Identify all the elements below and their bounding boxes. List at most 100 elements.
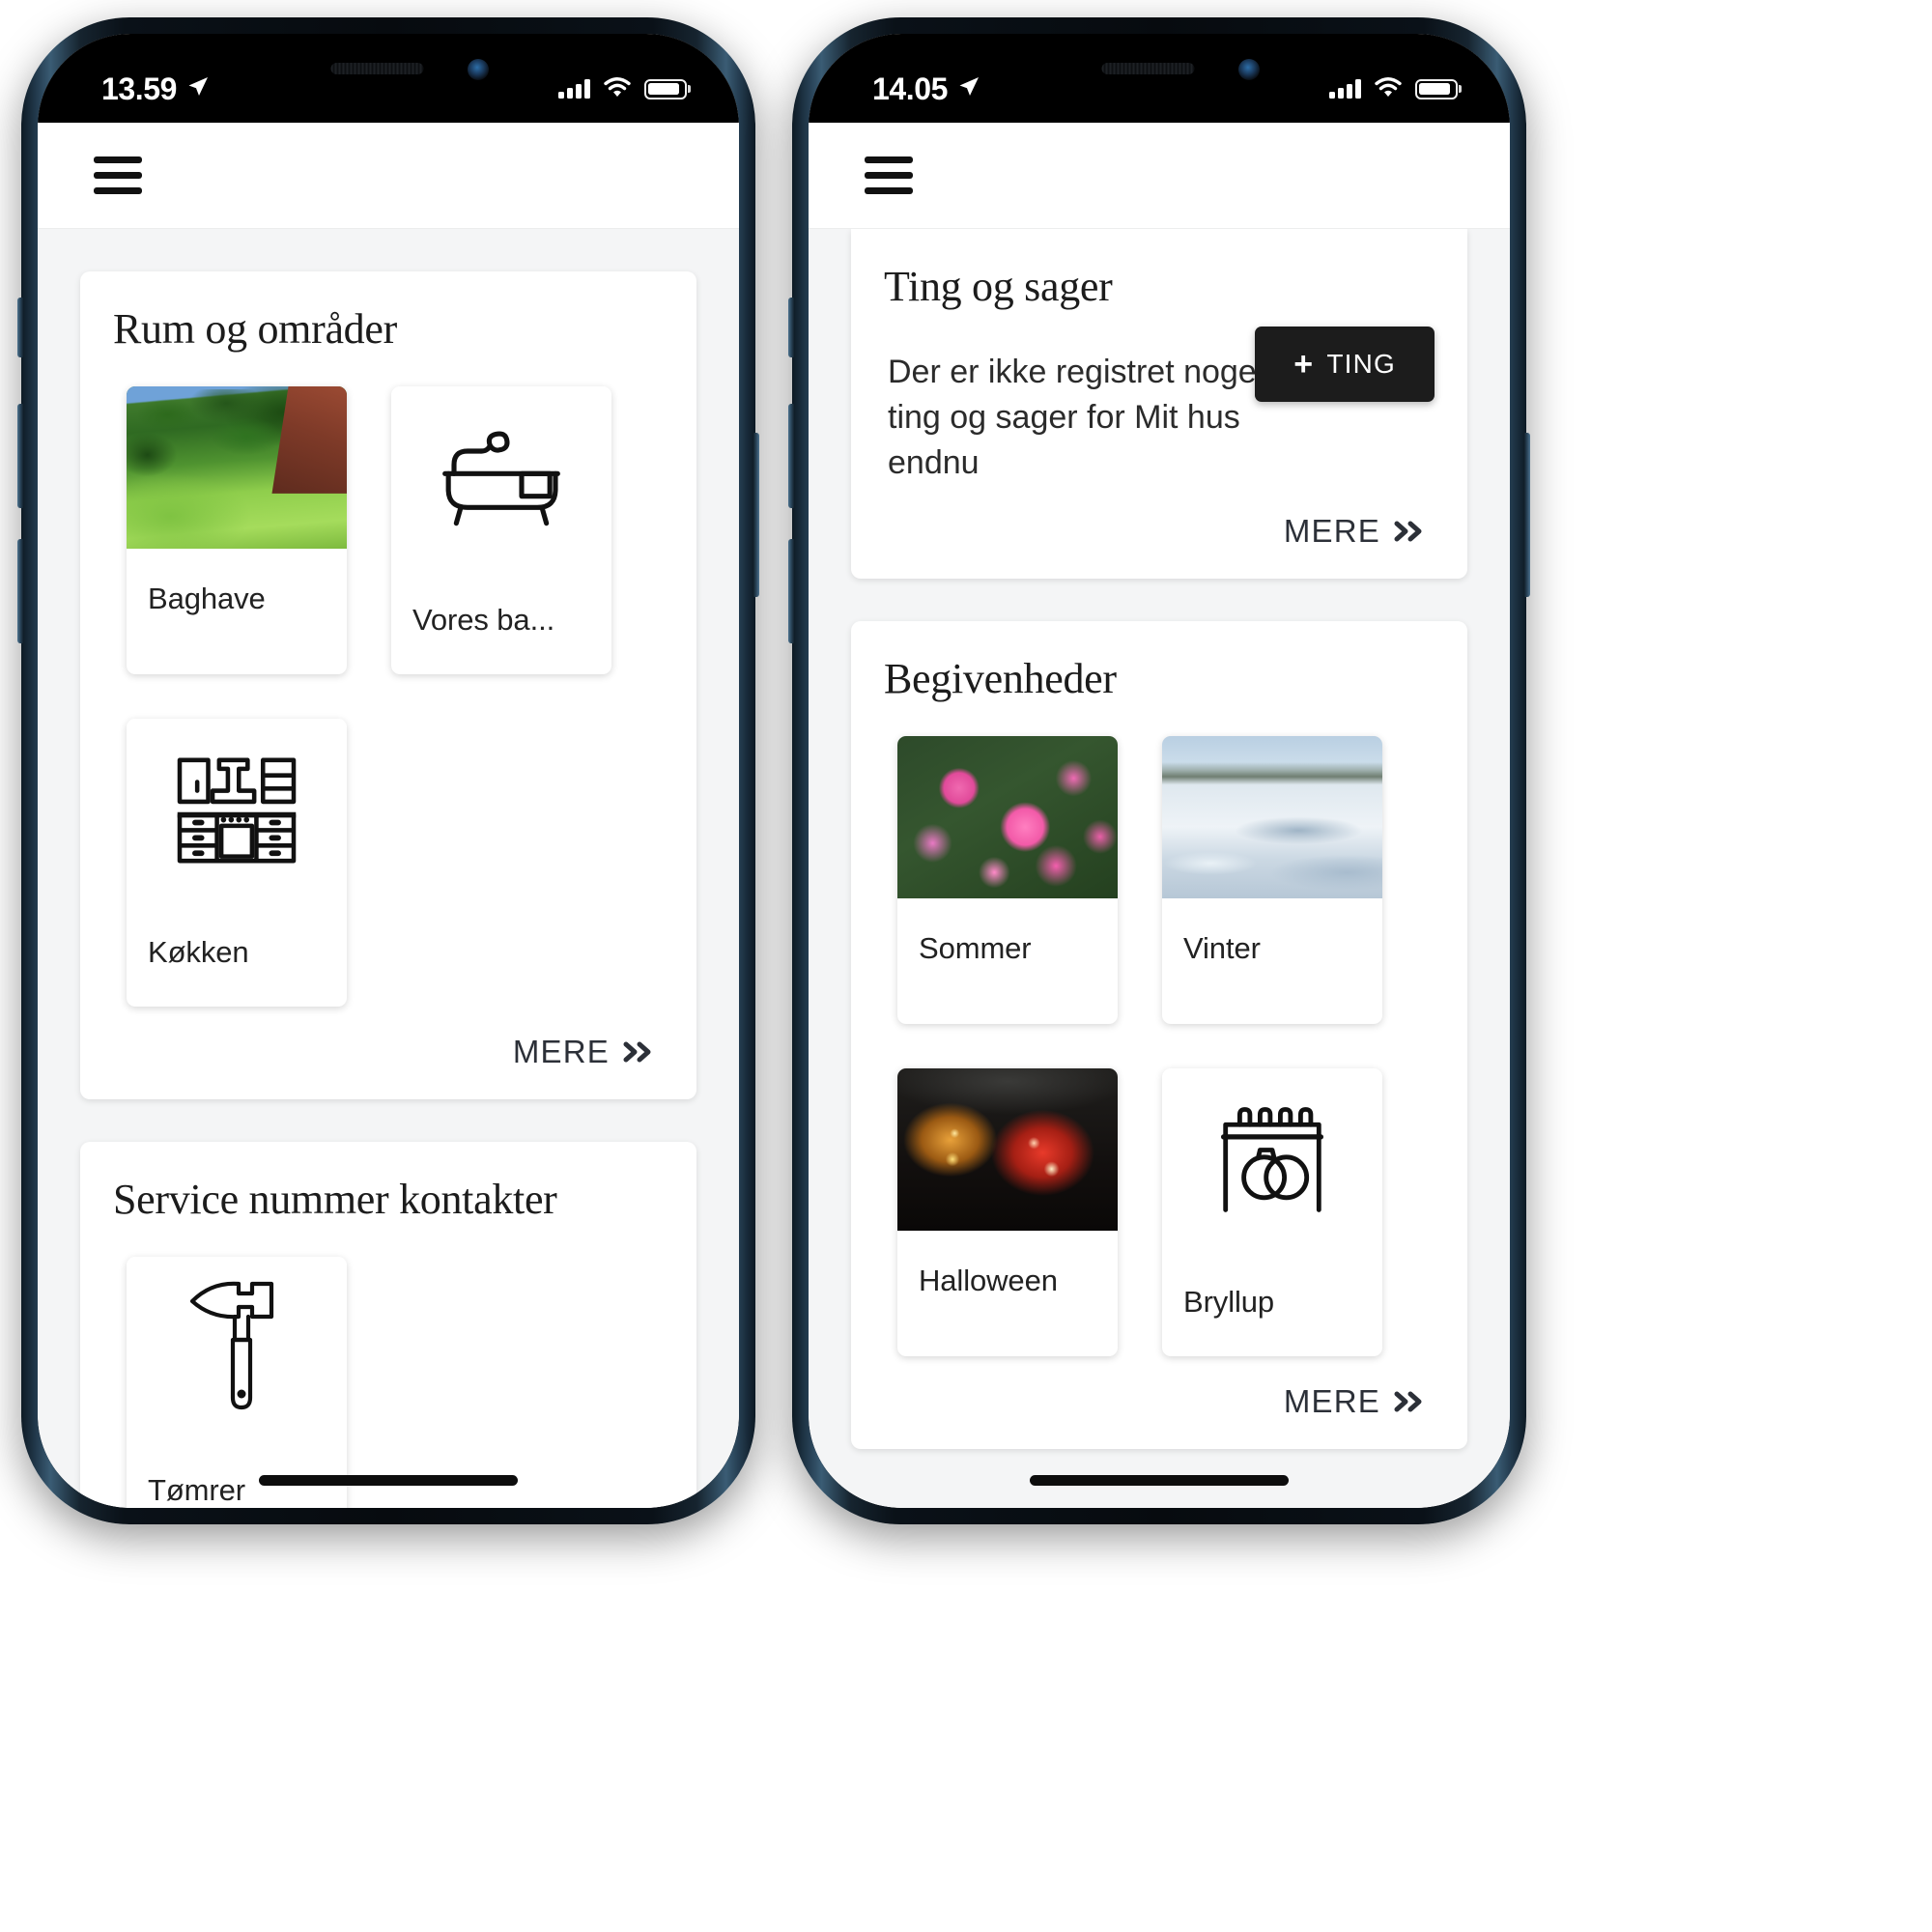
plus-icon: +: [1293, 346, 1315, 383]
tile-baghave[interactable]: Baghave: [127, 386, 347, 674]
more-label: MERE: [1283, 1382, 1380, 1419]
volume-up-button-left[interactable]: [17, 404, 23, 508]
tile-bryllup[interactable]: Bryllup: [1162, 1067, 1382, 1356]
kitchen-icon: [177, 757, 297, 864]
power-button-left[interactable]: [753, 433, 759, 597]
snow-photo: [1162, 735, 1382, 898]
cellular-signal-icon: [1329, 79, 1361, 99]
volume-down-button-right[interactable]: [788, 539, 794, 643]
phone-device-left: Rum og områder Baghave Vores ba... Køkke…: [17, 17, 759, 1524]
hammer-icon: [189, 1281, 274, 1410]
tile-label: Vinter: [1183, 930, 1261, 965]
tile-grid: Baghave Vores ba... Køkken: [113, 363, 664, 1007]
silent-switch-right[interactable]: [788, 298, 794, 357]
tile-kokken[interactable]: Køkken: [127, 719, 347, 1007]
empty-state-row: Der er ikke registret nogen ting og sage…: [884, 321, 1435, 486]
tile-label: Baghave: [148, 582, 266, 615]
hamburger-menu-icon[interactable]: [865, 156, 913, 194]
more-label: MERE: [1283, 512, 1380, 549]
status-time: 14.05: [872, 71, 949, 106]
tile-vinter[interactable]: Vinter: [1162, 735, 1382, 1024]
hamburger-menu-icon[interactable]: [94, 156, 142, 194]
status-indicators: [558, 76, 687, 102]
status-time: 13.59: [101, 71, 178, 106]
earpiece-speaker: [1101, 63, 1195, 74]
bathtub-icon: [442, 431, 560, 526]
pumpkin-photo: [897, 1067, 1118, 1231]
volume-down-button-left[interactable]: [17, 539, 23, 643]
scroll-content-left[interactable]: Rum og områder Baghave Vores ba... Køkke…: [38, 229, 739, 1508]
more-link-begivenheder[interactable]: MERE: [884, 1356, 1435, 1424]
tile-vores-badevaerelse[interactable]: Vores ba...: [391, 386, 611, 674]
tile-halloween[interactable]: Halloween: [897, 1067, 1118, 1356]
phone-screen-right: Ting og sager Der er ikke registret noge…: [809, 34, 1510, 1508]
card-rum-og-omraader: Rum og områder Baghave Vores ba... Køkke…: [80, 271, 696, 1099]
card-title: Service nummer kontakter: [113, 1176, 557, 1223]
empty-state-text: Der er ikke registret nogen ting og sage…: [888, 354, 1275, 481]
tile-photo: [1162, 735, 1382, 898]
card-title: Begivenheder: [884, 654, 1117, 702]
double-chevron-right-icon: [1392, 1389, 1425, 1414]
home-indicator-left[interactable]: [259, 1475, 518, 1486]
location-arrow-icon: [185, 71, 211, 107]
tile-photo: [127, 386, 347, 549]
earpiece-speaker: [330, 63, 424, 74]
scroll-content-right[interactable]: Ting og sager Der er ikke registret noge…: [809, 229, 1510, 1508]
home-indicator-right[interactable]: [1030, 1475, 1289, 1486]
garden-photo: [127, 386, 347, 549]
device-notch-left: [229, 34, 548, 123]
hamburger-bar: [865, 172, 913, 179]
power-button-right[interactable]: [1524, 433, 1530, 597]
front-camera: [1238, 59, 1260, 80]
front-camera: [468, 59, 489, 80]
tile-sommer[interactable]: Sommer: [897, 735, 1118, 1024]
add-ting-label: TING: [1326, 349, 1396, 379]
tile-label: Køkken: [148, 935, 249, 969]
hamburger-bar: [94, 156, 142, 163]
tile-photo: [897, 735, 1118, 898]
hamburger-bar: [865, 156, 913, 163]
flowers-photo: [897, 735, 1118, 898]
card-begivenheder: Begivenheder Sommer Vinter Halloween Bry…: [851, 620, 1467, 1449]
tile-photo: [897, 1067, 1118, 1231]
tile-tomrer[interactable]: Tømrer: [127, 1257, 347, 1508]
hamburger-bar: [94, 172, 142, 179]
battery-icon: [1415, 78, 1458, 99]
wifi-icon: [603, 76, 632, 102]
tile-grid: Sommer Vinter Halloween Bryllup: [884, 713, 1435, 1356]
tile-label: Bryllup: [1183, 1284, 1275, 1319]
more-link-rum[interactable]: MERE: [113, 1007, 664, 1074]
status-time-group: 14.05: [872, 71, 981, 107]
phone-body-left: Rum og områder Baghave Vores ba... Køkke…: [38, 34, 739, 1508]
more-link-ting[interactable]: MERE: [884, 486, 1435, 554]
hamburger-bar: [94, 187, 142, 194]
app-header-right: [809, 123, 1510, 229]
tile-label: Vores ba...: [412, 603, 555, 637]
screenshot-stage: Rum og områder Baghave Vores ba... Køkke…: [0, 0, 1932, 1932]
wifi-icon: [1374, 76, 1403, 102]
device-notch-right: [1000, 34, 1319, 123]
card-ting-og-sager: Ting og sager Der er ikke registret noge…: [851, 229, 1467, 579]
hamburger-bar: [865, 187, 913, 194]
tile-icon-wrap: [127, 719, 347, 902]
tile-label: Halloween: [919, 1263, 1058, 1297]
phone-body-right: Ting og sager Der er ikke registret noge…: [809, 34, 1510, 1508]
app-header-left: [38, 123, 739, 229]
status-indicators: [1329, 76, 1458, 102]
double-chevron-right-icon: [1392, 519, 1425, 544]
tile-icon-wrap: [127, 1257, 347, 1440]
volume-up-button-right[interactable]: [788, 404, 794, 508]
more-label: MERE: [512, 1034, 610, 1069]
status-time-group: 13.59: [101, 71, 211, 107]
card-title: Ting og sager: [884, 263, 1113, 310]
tile-label: Tømrer: [148, 1473, 245, 1507]
card-title: Rum og områder: [113, 305, 397, 353]
add-ting-button[interactable]: + TING: [1255, 327, 1435, 402]
location-arrow-icon: [956, 71, 981, 107]
silent-switch-left[interactable]: [17, 298, 23, 357]
cellular-signal-icon: [558, 79, 590, 99]
tile-icon-wrap: [1162, 1067, 1382, 1252]
tile-grid: Tømrer: [113, 1234, 664, 1508]
tile-label: Sommer: [919, 930, 1032, 965]
tile-icon-wrap: [391, 386, 611, 570]
